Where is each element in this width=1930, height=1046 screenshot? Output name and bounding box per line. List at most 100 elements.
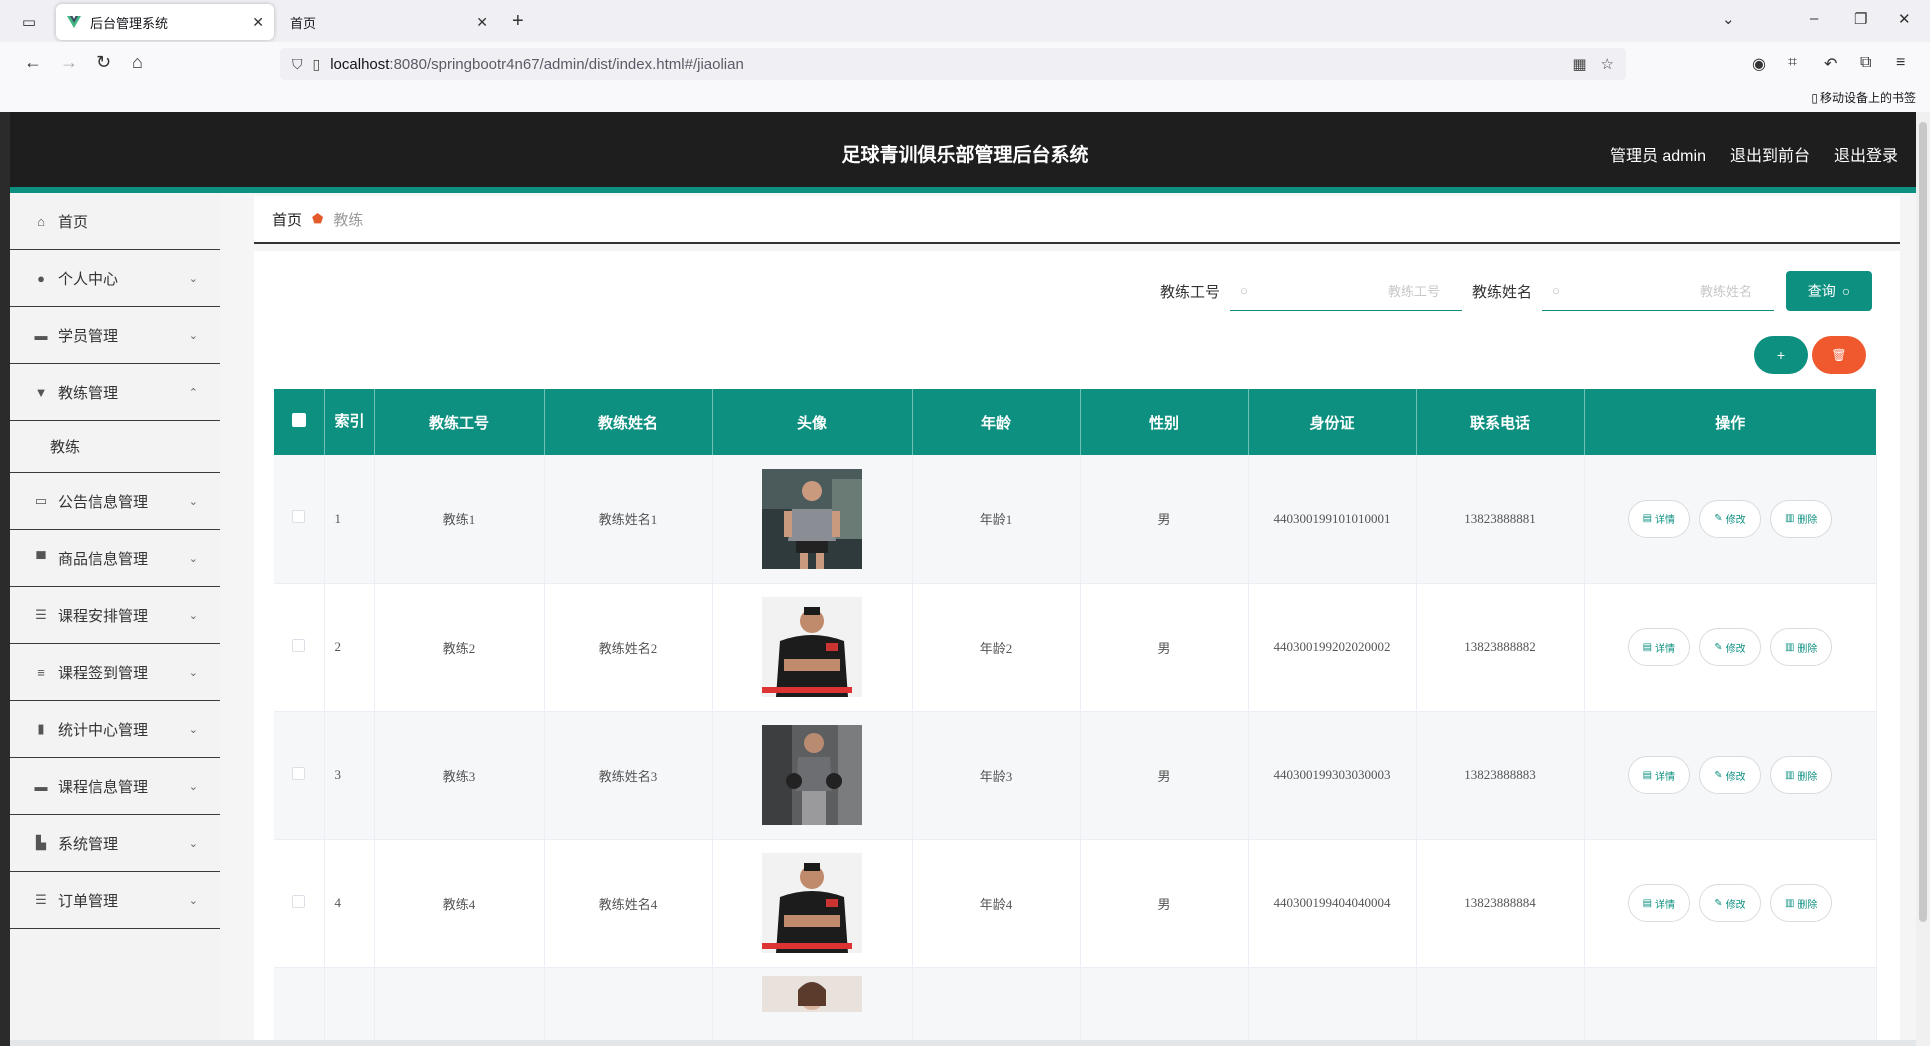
sidebar-item-statistics[interactable]: ▮ 统计中心管理 ⌄ — [10, 701, 220, 758]
ticket-icon: ▭ — [34, 493, 48, 508]
delete-button[interactable]: ▥ 删除 — [1769, 499, 1833, 538]
sidebar-item-system[interactable]: ▙ 系统管理 ⌄ — [10, 815, 220, 872]
content-panel: 教练工号 ○ 教练工号 教练姓名 ○ 教练姓名 查询 ○ + 🗑 索引 教练工号… — [254, 251, 1900, 1046]
sidebar-subitem-coach[interactable]: 教练 — [10, 421, 220, 473]
coach-avatar-image[interactable] — [762, 468, 862, 569]
close-tab-icon[interactable]: ✕ — [252, 14, 264, 31]
row-checkbox[interactable] — [292, 638, 306, 652]
browser-tab-inactive[interactable]: 首页 ✕ — [280, 4, 498, 40]
sidebar-item-personal-center[interactable]: ● 个人中心 ⌄ — [10, 250, 220, 307]
row-checkbox[interactable] — [292, 510, 306, 524]
delete-button[interactable]: ▥ 删除 — [1769, 628, 1833, 666]
sidebar-item-course[interactable]: ▬ 课程信息管理 ⌄ — [10, 758, 220, 815]
coach-no-placeholder: 教练工号 — [1387, 284, 1440, 299]
row-select-cell[interactable] — [274, 583, 325, 712]
edit-label: 修改 — [1725, 643, 1746, 655]
scrollbar-thumb[interactable] — [1919, 122, 1927, 922]
admin-user-label[interactable]: 管理员 admin — [1610, 142, 1706, 166]
row-select-cell[interactable] — [274, 711, 325, 840]
coach-avatar-image[interactable] — [762, 597, 862, 697]
pencil-icon: ✎ — [1714, 769, 1723, 781]
minimize-icon[interactable]: – — [1810, 10, 1818, 27]
coach-phone — [1416, 967, 1585, 1046]
sidebar-item-orders[interactable]: ☰ 订单管理 ⌄ — [10, 872, 220, 929]
coach-name-input[interactable]: ○ 教练姓名 — [1542, 271, 1774, 311]
sidebar-item-home[interactable]: ⌂ 首页 — [10, 193, 220, 250]
row-index: 3 — [324, 711, 375, 840]
search-icon: ○ — [1841, 283, 1851, 299]
row-checkbox[interactable] — [292, 894, 306, 908]
table-header-row: 索引 教练工号 教练姓名 头像 年龄 性别 身份证 联系电话 操作 — [274, 389, 1876, 455]
edit-button[interactable]: ✎ 修改 — [1699, 884, 1761, 922]
sidebar-item-notice[interactable]: ▭ 公告信息管理 ⌄ — [10, 473, 220, 530]
trash-icon: ▥ — [1784, 641, 1795, 653]
chevron-down-icon: ⌄ — [188, 780, 198, 793]
app-menu-icon[interactable]: ≡ — [1896, 54, 1905, 72]
sidebar-item-signin[interactable]: ≡ 课程签到管理 ⌄ — [10, 644, 220, 701]
reload-icon[interactable]: ↻ — [96, 52, 111, 73]
back-to-front-link[interactable]: 退出到前台 — [1730, 142, 1810, 166]
coach-age — [912, 967, 1081, 1046]
logout-link[interactable]: 退出登录 — [1834, 142, 1898, 166]
detail-button[interactable]: ▤ 详情 — [1627, 628, 1691, 666]
sidebar-item-label: 统计中心管理 — [58, 721, 149, 739]
extensions-icon[interactable]: ⧉ — [1860, 54, 1871, 72]
select-all-checkbox[interactable] — [291, 412, 306, 427]
edit-button[interactable]: ✎ 修改 — [1699, 499, 1761, 538]
close-tab-icon[interactable]: ✕ — [476, 14, 488, 31]
sidebar-item-label: 个人中心 — [58, 270, 119, 288]
detail-label: 详情 — [1655, 899, 1676, 911]
row-select-cell[interactable] — [274, 967, 325, 1046]
delete-button[interactable]: ▥ 删除 — [1769, 884, 1833, 922]
edit-button[interactable]: ✎ 修改 — [1699, 628, 1761, 666]
row-checkbox[interactable] — [292, 766, 306, 780]
back-icon[interactable]: ← — [24, 52, 42, 73]
coach-avatar-image[interactable] — [762, 725, 862, 825]
url-bar[interactable]: ⛉ ▯ localhost:8080/springbootr4n67/admin… — [280, 48, 1626, 80]
vertical-scrollbar[interactable] — [1916, 112, 1930, 1046]
crop-icon[interactable]: ⌗ — [1788, 54, 1797, 72]
select-all-cell[interactable] — [274, 389, 325, 455]
browser-tab-active[interactable]: 后台管理系统 ✕ — [56, 4, 274, 40]
coach-avatar-image[interactable] — [762, 975, 862, 1012]
coach-table: 索引 教练工号 教练姓名 头像 年龄 性别 身份证 联系电话 操作 1 教练1 … — [274, 389, 1877, 1046]
home-icon[interactable]: ⌂ — [132, 52, 143, 73]
edit-button[interactable]: ✎ 修改 — [1699, 756, 1761, 794]
new-tab-icon[interactable]: + — [512, 10, 524, 33]
tab-list-icon[interactable]: ▭ — [18, 12, 40, 32]
sidebar-item-coach[interactable]: ▼ 教练管理 ⌃ — [10, 364, 220, 421]
row-operations: ▤ 详情 ✎ 修改 ▥ 删除 — [1584, 455, 1877, 584]
restore-icon[interactable]: ❐ — [1854, 10, 1867, 28]
coach-name — [544, 967, 713, 1046]
account-icon[interactable]: ◉ — [1752, 54, 1766, 74]
detail-button[interactable]: ▤ 详情 — [1627, 756, 1691, 794]
coach-age: 年龄1 — [912, 455, 1081, 584]
sidebar-item-goods[interactable]: ▀ 商品信息管理 ⌄ — [10, 530, 220, 587]
col-coach-no: 教练工号 — [374, 389, 545, 455]
table-row: 1 教练1 教练姓名1 年龄1 男 440300199101010001 138… — [274, 455, 1877, 584]
tab-overflow-chevron-icon[interactable]: ⌄ — [1722, 10, 1735, 28]
forward-icon[interactable]: → — [60, 52, 78, 73]
tab-title: 首页 — [290, 15, 317, 31]
coach-no: 教练1 — [374, 455, 545, 584]
sidebar-item-schedule[interactable]: ☰ 课程安排管理 ⌄ — [10, 587, 220, 644]
breadcrumb-home[interactable]: 首页 — [272, 209, 302, 230]
delete-button[interactable]: ▥ 删除 — [1769, 756, 1833, 794]
qr-code-icon[interactable]: ▦ — [1572, 55, 1586, 73]
row-select-cell[interactable] — [274, 455, 325, 584]
mobile-bookmarks[interactable]: ▯ 移动设备上的书签 — [1811, 89, 1916, 106]
detail-button[interactable]: ▤ 详情 — [1627, 884, 1691, 922]
window-close-icon[interactable]: ✕ — [1898, 10, 1911, 28]
row-select-cell[interactable] — [274, 839, 325, 968]
coach-avatar-image[interactable] — [762, 853, 862, 953]
query-button[interactable]: 查询 ○ — [1786, 271, 1872, 311]
coach-no-input[interactable]: ○ 教练工号 — [1229, 271, 1462, 311]
sidebar-item-student[interactable]: ▬ 学员管理 ⌄ — [10, 307, 220, 364]
add-button[interactable]: + — [1754, 336, 1808, 374]
detail-button[interactable]: ▤ 详情 — [1627, 499, 1691, 538]
batch-delete-button[interactable]: 🗑 — [1812, 336, 1866, 374]
bookmark-star-icon[interactable]: ☆ — [1601, 55, 1614, 73]
horizontal-scrollbar[interactable] — [10, 1040, 1916, 1046]
undo-icon[interactable]: ↶ — [1824, 54, 1837, 74]
trash-icon: ▥ — [1784, 513, 1795, 525]
